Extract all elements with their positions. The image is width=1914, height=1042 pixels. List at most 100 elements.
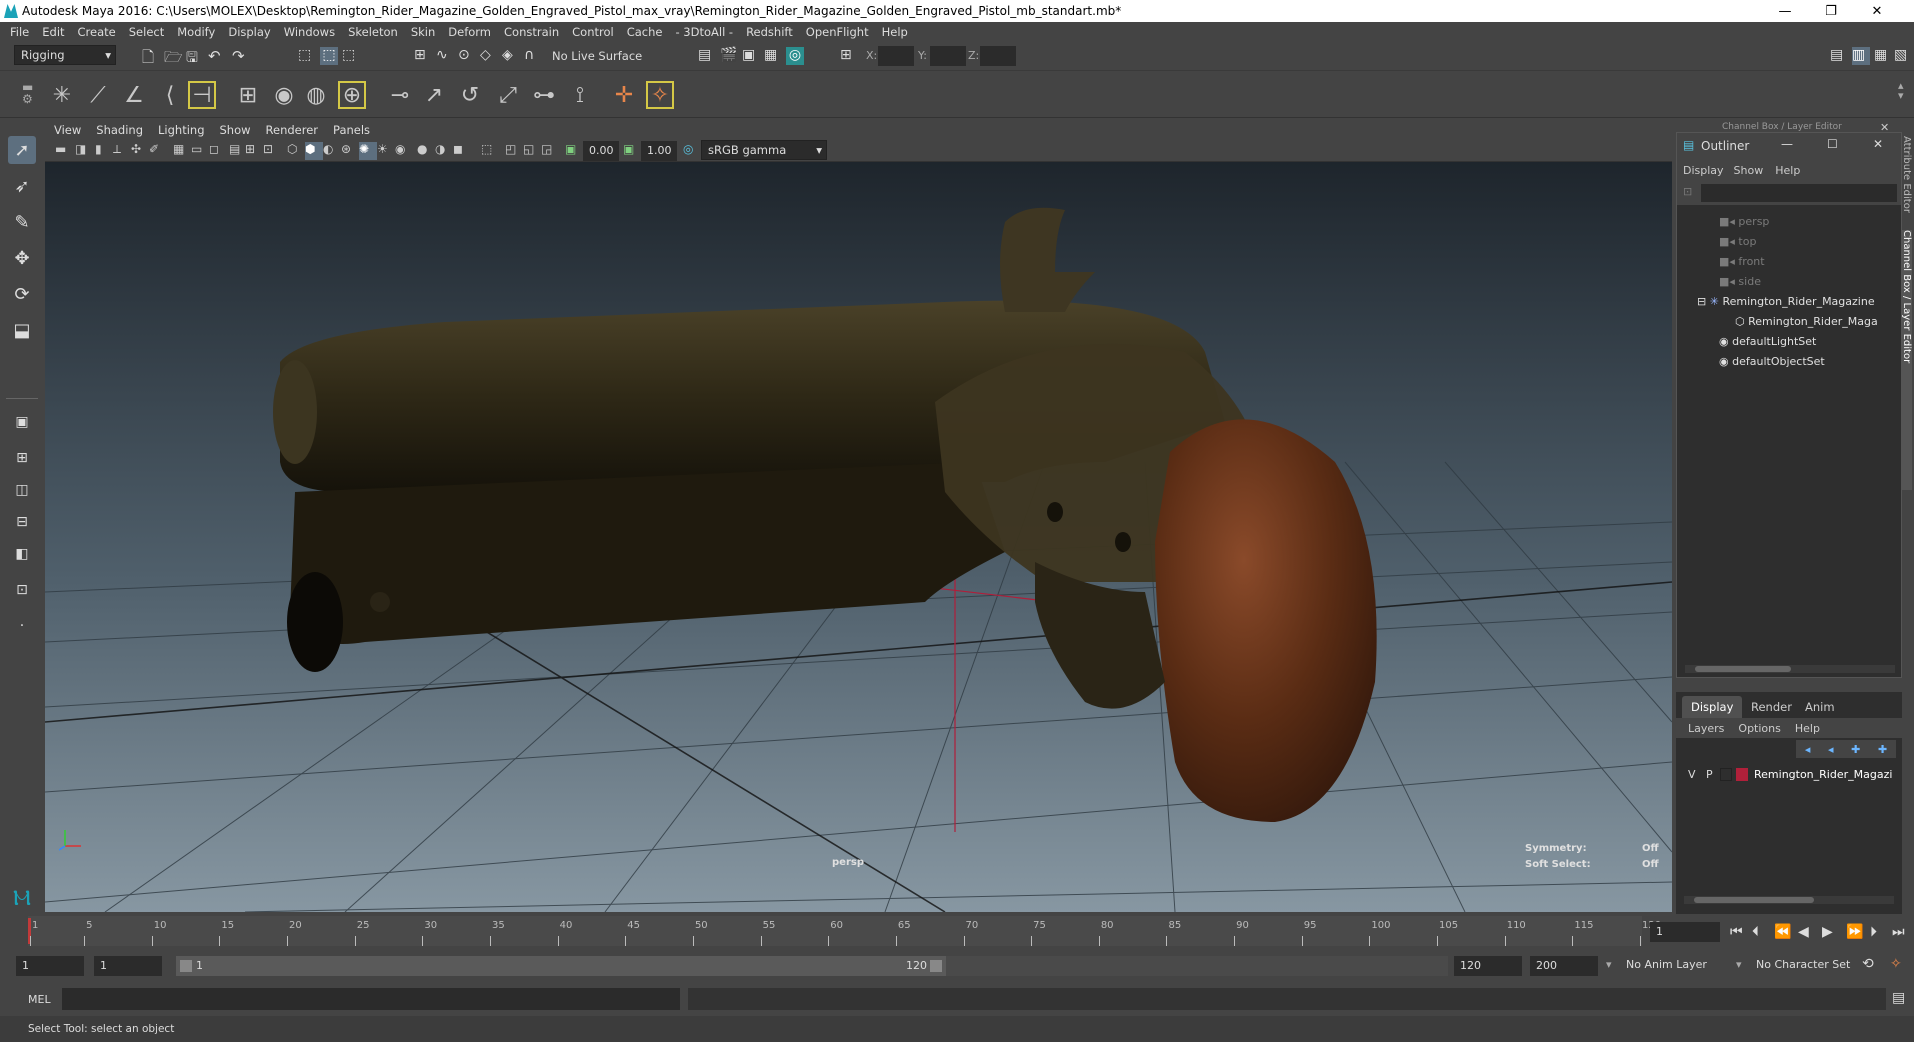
menu-windows[interactable]: Windows xyxy=(284,25,335,39)
outliner-horizontal-scrollbar[interactable] xyxy=(1685,665,1895,673)
mel-label[interactable]: MEL xyxy=(28,993,51,1006)
save-scene-icon[interactable]: 🖫 xyxy=(186,47,204,66)
outliner-minimize-button[interactable]: — xyxy=(1781,137,1793,151)
screen-space-ao-icon[interactable]: ◉ xyxy=(395,142,413,160)
layer-horizontal-scrollbar[interactable] xyxy=(1684,896,1894,904)
step-forward-frame-icon[interactable]: ⏩ xyxy=(1846,924,1863,940)
redo-icon[interactable]: ↷ xyxy=(232,47,250,65)
isolate-select-icon[interactable]: ⬚ xyxy=(481,142,499,160)
x-field[interactable] xyxy=(878,46,914,66)
select-camera-icon[interactable]: ▬ xyxy=(55,142,73,160)
paint-select-tool-icon[interactable]: ✎ xyxy=(8,208,36,236)
layer-menu-layers[interactable]: Layers xyxy=(1688,722,1724,735)
move-tool-icon[interactable]: ✥ xyxy=(8,244,36,272)
menu-skeleton[interactable]: Skeleton xyxy=(348,25,398,39)
outliner-menu-help[interactable]: Help xyxy=(1775,164,1800,177)
four-view-layout-icon[interactable]: ⊞ xyxy=(8,444,36,472)
grease-pencil-icon[interactable]: ✐ xyxy=(149,142,167,160)
outliner-item-default-object-set[interactable]: ◉ defaultObjectSet xyxy=(1719,355,1825,368)
time-slider[interactable]: 1 5 10 15 20 25 30 35 40 45 50 55 60 65 70 75 80 85 90 95 10… xyxy=(0,916,1914,948)
resolution-gate-icon[interactable]: ◻ xyxy=(209,142,227,160)
move-layer-down-icon[interactable]: ◂ xyxy=(1828,743,1834,756)
pole-vector-icon[interactable]: ⟟ xyxy=(566,81,594,109)
menu-help[interactable]: Help xyxy=(882,25,908,39)
minimize-button[interactable]: — xyxy=(1762,0,1808,22)
channel-box-toggle-icon[interactable]: ▧ xyxy=(1894,47,1912,65)
shelf-menu-icon[interactable]: ▬ ⚙ xyxy=(22,81,33,105)
persp-graph-layout-icon[interactable]: ⊟ xyxy=(8,508,36,536)
select-tool-icon[interactable]: ➚ xyxy=(8,136,36,164)
command-input[interactable] xyxy=(62,988,680,1010)
safe-action-icon[interactable]: ⊡ xyxy=(263,142,281,160)
collapse-icon[interactable]: ⊟ xyxy=(1697,295,1710,308)
menu-constrain[interactable]: Constrain xyxy=(504,25,559,39)
snap-point-icon[interactable]: ⊙ xyxy=(458,47,476,65)
menu-edit[interactable]: Edit xyxy=(42,25,64,39)
tab-anim[interactable]: Anim xyxy=(1796,696,1844,718)
go-to-start-icon[interactable]: ⏮ xyxy=(1730,924,1743,940)
gamma-field[interactable]: 1.00 xyxy=(641,141,677,161)
snap-surface-icon[interactable]: ◈ xyxy=(502,47,520,65)
animation-end-field[interactable]: 200 xyxy=(1530,956,1598,976)
restore-button[interactable]: ❐ xyxy=(1808,0,1854,22)
aim-constraint-icon[interactable]: ↗ xyxy=(420,81,448,109)
persp-outliner-layout-icon[interactable]: ◫ xyxy=(8,476,36,504)
scrollbar-thumb[interactable] xyxy=(1695,666,1791,672)
snap-grid-icon[interactable]: ⊞ xyxy=(414,47,432,65)
vp-menu-renderer[interactable]: Renderer xyxy=(266,123,319,137)
layer-visibility-toggle[interactable]: V xyxy=(1688,768,1696,781)
cluster-icon[interactable]: ✧ xyxy=(646,81,674,109)
menu-file[interactable]: File xyxy=(10,25,29,39)
range-start-handle[interactable] xyxy=(180,960,192,972)
menu-openflight[interactable]: OpenFlight xyxy=(806,25,869,39)
snap-view-plane-icon[interactable]: ◇ xyxy=(480,47,498,65)
shelf-scroll-icon[interactable]: ▴ ▾ xyxy=(1898,80,1904,101)
paint-weights-icon[interactable]: ⊕ xyxy=(338,81,366,109)
modeling-toolkit-icon[interactable]: ▤ xyxy=(1830,47,1848,65)
toolbox-more-icon[interactable]: · xyxy=(8,612,36,640)
insert-joint-icon[interactable]: ⟨ xyxy=(156,81,184,109)
vp-menu-panels[interactable]: Panels xyxy=(333,123,370,137)
close-button[interactable]: ✕ xyxy=(1854,0,1900,22)
outliner-close-button[interactable]: ✕ xyxy=(1873,137,1883,151)
hypershade-icon[interactable]: ◎ xyxy=(786,47,804,65)
menu-select[interactable]: Select xyxy=(129,25,164,39)
play-backward-icon[interactable]: ◀ xyxy=(1798,924,1809,940)
field-chart-icon[interactable]: ⊞ xyxy=(245,142,263,160)
anim-preferences-icon[interactable]: ✧ xyxy=(1890,956,1902,972)
lasso-tool-icon[interactable]: ➶ xyxy=(8,172,36,200)
smooth-shade-icon[interactable]: ⬢ xyxy=(305,142,323,160)
color-management-icon[interactable]: ◎ xyxy=(683,142,701,160)
xray-components-icon[interactable]: ◲ xyxy=(541,142,559,160)
vp-menu-lighting[interactable]: Lighting xyxy=(158,123,204,137)
exposure-field[interactable]: 0.00 xyxy=(583,141,619,161)
current-frame-field[interactable]: 1 xyxy=(1650,922,1720,942)
render-settings-icon[interactable]: ▤ xyxy=(698,47,716,65)
shadows-icon[interactable]: ☀ xyxy=(377,142,395,160)
auto-key-icon[interactable]: ⟲ xyxy=(1862,956,1874,972)
layer-menu-help[interactable]: Help xyxy=(1795,722,1820,735)
layer-name[interactable]: Remington_Rider_Magazi xyxy=(1754,768,1892,781)
menu-display[interactable]: Display xyxy=(228,25,270,39)
filter-icon[interactable]: ⊡ xyxy=(1683,185,1692,198)
interactive-bind-icon[interactable]: ◍ xyxy=(302,81,330,109)
new-layer-selected-icon[interactable]: ✚ xyxy=(1878,743,1887,756)
vp-menu-shading[interactable]: Shading xyxy=(96,123,143,137)
tool-settings-toggle-icon[interactable]: ▦ xyxy=(1874,47,1892,65)
playback-end-field[interactable]: 120 xyxy=(1454,956,1522,976)
menu-modify[interactable]: Modify xyxy=(177,25,215,39)
depth-of-field-icon[interactable]: ◼ xyxy=(453,142,471,160)
orient-joint-icon[interactable]: ⊞ xyxy=(234,81,262,109)
xray-joints-icon[interactable]: ◱ xyxy=(523,142,541,160)
open-scene-icon[interactable]: 🗁 xyxy=(164,47,183,66)
outliner-menu-show[interactable]: Show xyxy=(1734,164,1764,177)
vp-menu-view[interactable]: View xyxy=(54,123,81,137)
outliner-maximize-button[interactable]: ☐ xyxy=(1827,137,1838,151)
select-by-hierarchy-icon[interactable]: ⬚ xyxy=(298,47,316,65)
menu-cache[interactable]: Cache xyxy=(627,25,663,39)
grid-toggle-icon[interactable]: ▦ xyxy=(173,142,191,160)
ik-handle-icon[interactable]: ⟋ xyxy=(84,81,112,109)
play-forward-icon[interactable]: ▶ xyxy=(1822,924,1833,940)
layer-playback-toggle[interactable]: P xyxy=(1706,768,1713,781)
outliner-item-top[interactable]: ■◂ top xyxy=(1719,235,1756,248)
